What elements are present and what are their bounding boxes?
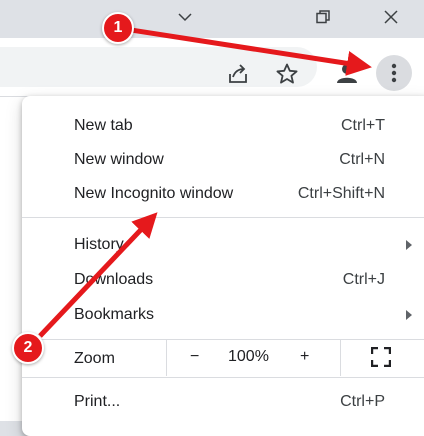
menu-item-bookmarks[interactable]: Bookmarks xyxy=(22,298,424,332)
zoom-out-button[interactable]: − xyxy=(190,348,199,366)
zoom-separator xyxy=(166,340,167,376)
menu-separator xyxy=(22,217,424,218)
menu-item-label: New Incognito window xyxy=(74,185,234,202)
menu-item-shortcut: Ctrl+J xyxy=(342,271,385,288)
menu-item-downloads[interactable]: Downloads Ctrl+J xyxy=(22,263,424,297)
menu-item-label: Downloads xyxy=(74,271,154,288)
menu-item-new-incognito-window[interactable]: New Incognito window Ctrl+Shift+N xyxy=(22,177,424,211)
zoom-label: Zoom xyxy=(74,350,115,367)
zoom-in-button[interactable]: + xyxy=(300,348,309,366)
browser-menu: New tab Ctrl+T New window Ctrl+N New Inc… xyxy=(22,96,424,436)
fullscreen-icon[interactable] xyxy=(370,346,392,368)
menu-item-history[interactable]: History xyxy=(22,228,424,262)
menu-item-new-tab[interactable]: New tab Ctrl+T xyxy=(22,109,424,143)
star-icon[interactable] xyxy=(274,61,300,87)
address-bar[interactable] xyxy=(0,47,317,87)
browser-toolbar xyxy=(0,38,424,96)
zoom-separator xyxy=(340,340,341,376)
menu-separator xyxy=(22,339,424,340)
menu-item-shortcut: Ctrl+N xyxy=(339,151,385,168)
menu-item-label: Print... xyxy=(74,393,121,410)
annotation-marker-1: 1 xyxy=(102,12,134,44)
kebab-menu-icon xyxy=(391,63,397,83)
menu-item-label: History xyxy=(74,236,124,253)
menu-item-label: New window xyxy=(74,151,164,168)
title-bar xyxy=(0,0,424,38)
chevron-down-icon[interactable] xyxy=(162,0,208,34)
submenu-arrow-icon xyxy=(406,310,412,320)
menu-item-new-window[interactable]: New window Ctrl+N xyxy=(22,143,424,177)
close-icon[interactable] xyxy=(368,0,414,34)
menu-item-shortcut: Ctrl+Shift+N xyxy=(297,185,385,202)
menu-item-shortcut: Ctrl+P xyxy=(340,393,385,410)
submenu-arrow-icon xyxy=(406,240,412,250)
menu-item-print[interactable]: Print... Ctrl+P xyxy=(22,385,424,419)
menu-separator xyxy=(22,377,424,378)
restore-icon[interactable] xyxy=(300,0,346,34)
menu-item-label: New tab xyxy=(74,117,133,134)
share-icon[interactable] xyxy=(226,62,250,86)
kebab-menu-button[interactable] xyxy=(376,55,412,91)
menu-item-label: Bookmarks xyxy=(74,306,155,323)
profile-icon[interactable] xyxy=(334,60,360,86)
zoom-value: 100% xyxy=(228,348,269,365)
annotation-marker-2: 2 xyxy=(12,332,44,364)
menu-item-shortcut: Ctrl+T xyxy=(341,117,385,134)
